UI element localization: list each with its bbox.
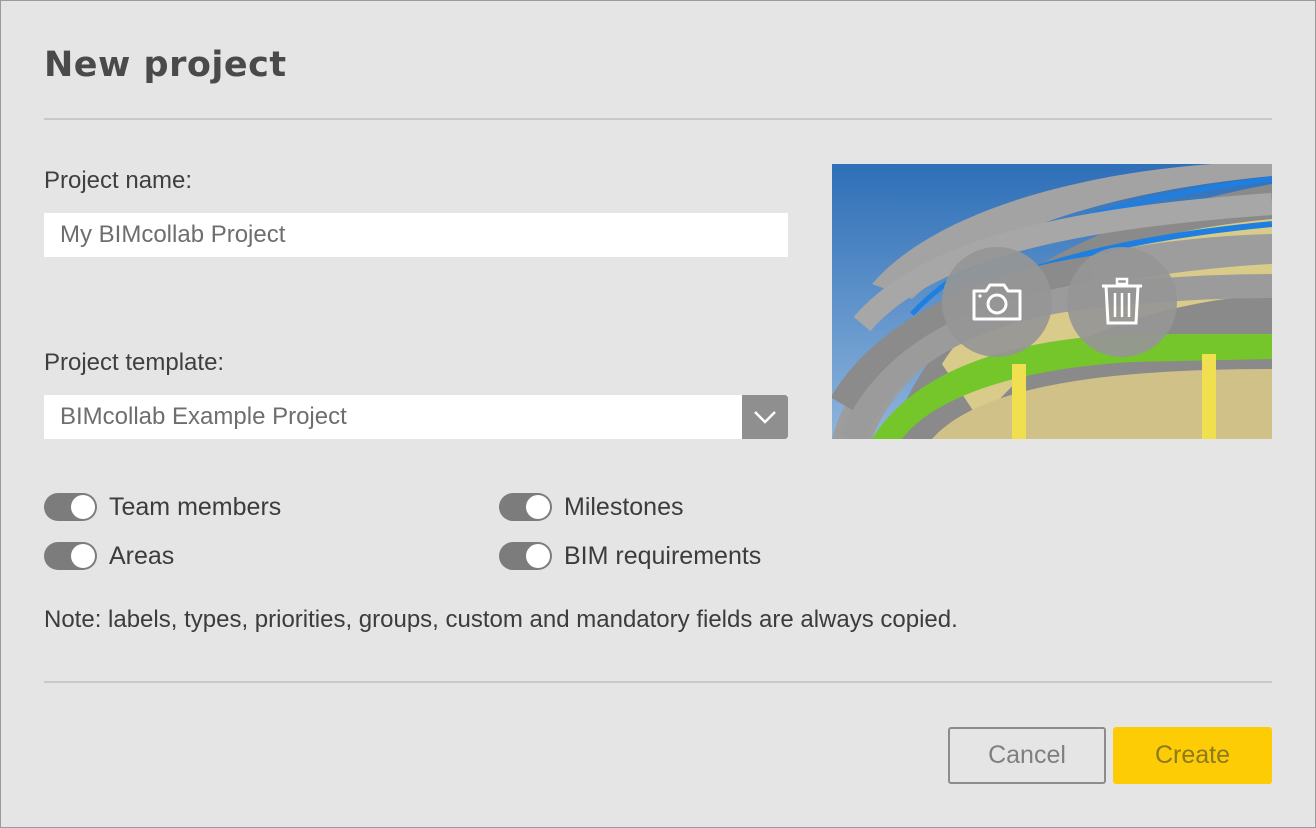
delete-image-button[interactable]: [1067, 247, 1177, 357]
toggle-milestones[interactable]: Milestones: [499, 491, 684, 523]
team-members-switch[interactable]: [44, 493, 97, 521]
switch-knob: [71, 544, 95, 568]
team-members-label: Team members: [109, 492, 282, 521]
bim-requirements-switch[interactable]: [499, 542, 552, 570]
areas-label: Areas: [109, 541, 175, 570]
toggle-bim-requirements[interactable]: BIM requirements: [499, 540, 761, 572]
bim-requirements-label: BIM requirements: [564, 541, 762, 570]
cancel-button[interactable]: Cancel: [948, 727, 1106, 784]
switch-knob: [71, 495, 95, 519]
project-template-select[interactable]: BIMcollab Example Project: [44, 395, 788, 439]
project-image-artwork: [832, 164, 1272, 439]
toggle-team-members[interactable]: Team members: [44, 491, 281, 523]
new-project-dialog: New project Project name: My BIMcollab P…: [0, 0, 1316, 828]
upload-image-button[interactable]: [942, 247, 1052, 357]
project-image: [832, 164, 1272, 439]
copy-note: Note: labels, types, priorities, groups,…: [44, 606, 958, 633]
toggle-areas[interactable]: Areas: [44, 540, 174, 572]
switch-knob: [526, 544, 550, 568]
project-template-label: Project template:: [44, 349, 225, 376]
milestones-label: Milestones: [564, 492, 684, 521]
chevron-down-icon[interactable]: [742, 395, 788, 439]
switch-knob: [526, 495, 550, 519]
areas-switch[interactable]: [44, 542, 97, 570]
camera-icon: [972, 283, 1022, 321]
trash-icon: [1102, 277, 1142, 325]
project-name-label: Project name:: [44, 167, 193, 194]
footer-divider: [44, 681, 1272, 683]
dialog-title: New project: [44, 45, 287, 85]
project-template-value: BIMcollab Example Project: [60, 403, 347, 430]
project-name-input[interactable]: My BIMcollab Project: [44, 213, 788, 257]
milestones-switch[interactable]: [499, 493, 552, 521]
header-divider: [44, 118, 1272, 120]
create-button[interactable]: Create: [1113, 727, 1272, 784]
